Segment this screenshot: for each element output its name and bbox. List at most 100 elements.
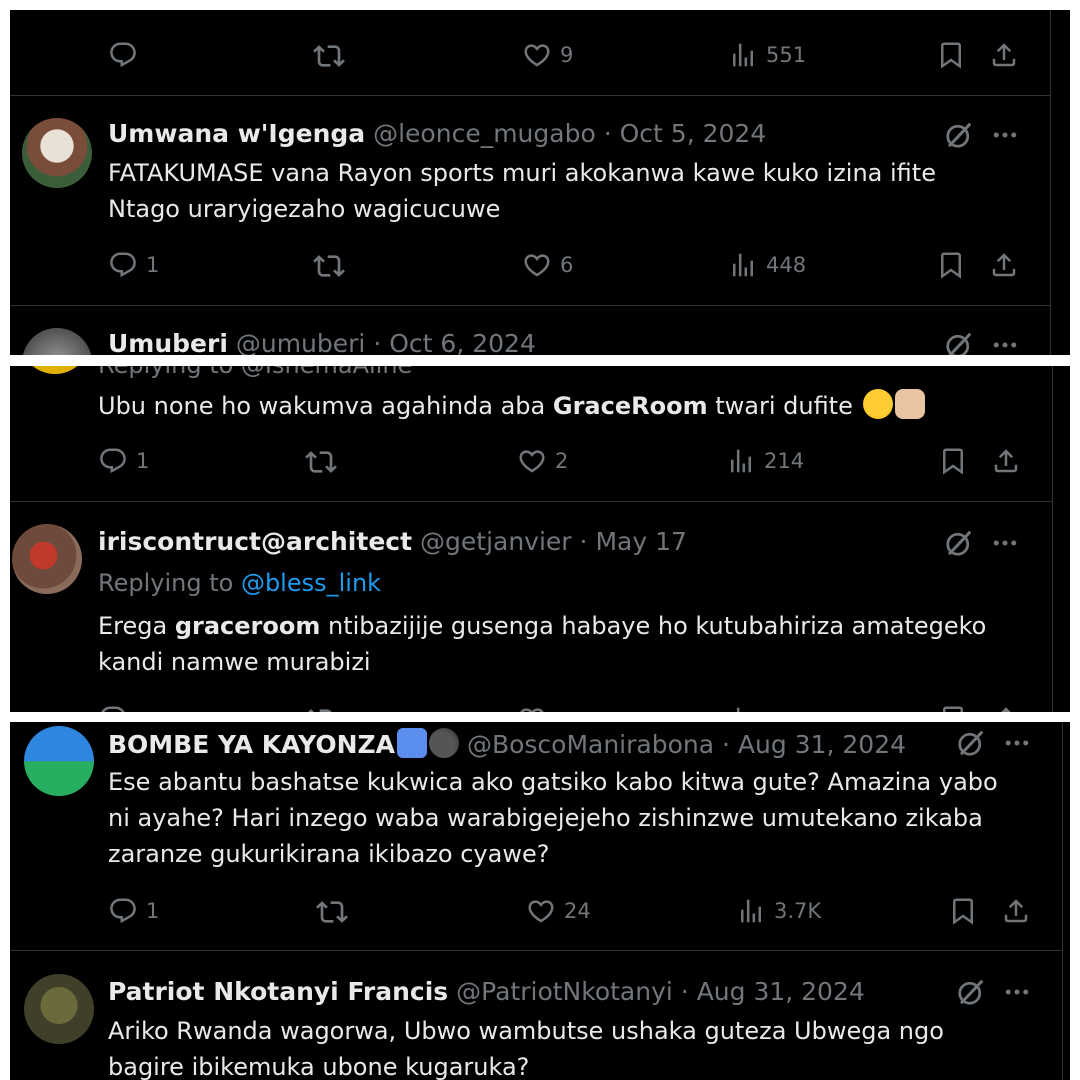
retweet-button[interactable] xyxy=(316,896,348,928)
grok-icon xyxy=(944,330,974,355)
reply-count: 1 xyxy=(146,899,160,923)
reply-button[interactable] xyxy=(98,704,128,712)
views-button[interactable]: 214 xyxy=(726,446,804,476)
timestamp[interactable]: Aug 31, 2024 xyxy=(697,977,865,1006)
grok-button[interactable] xyxy=(956,728,986,762)
display-name[interactable]: Umuberi xyxy=(108,329,228,355)
more-button[interactable] xyxy=(990,528,1020,562)
retweet-button[interactable] xyxy=(305,446,337,478)
timestamp[interactable]: Aug 31, 2024 xyxy=(738,730,906,759)
retweet-icon xyxy=(313,250,345,282)
display-name[interactable]: BOMBE YA KAYONZA xyxy=(108,730,395,759)
bookmark-button[interactable] xyxy=(936,40,966,70)
like-button[interactable]: 9 xyxy=(522,40,573,70)
views-button[interactable]: 448 xyxy=(728,250,806,280)
screenshot-panel-1: 9 551 Umwana w'Igenga @leonce_mugabo · O… xyxy=(10,10,1070,355)
more-icon xyxy=(990,528,1020,558)
avatar[interactable] xyxy=(20,366,90,374)
tweet-text-line: Ese abantu bashatse kukwica ako gatsiko … xyxy=(108,768,998,796)
timestamp[interactable]: May 17 xyxy=(595,527,686,556)
bookmark-icon xyxy=(938,704,968,712)
crying-emoji xyxy=(862,389,893,419)
views-icon xyxy=(726,446,756,476)
replying-to: Replying to @bless_link xyxy=(98,569,382,597)
display-name[interactable]: Umwana w'Igenga xyxy=(108,119,365,148)
avatar[interactable] xyxy=(22,118,92,188)
retweet-icon xyxy=(316,896,348,928)
views-button[interactable] xyxy=(726,704,756,712)
column-divider xyxy=(1052,366,1053,712)
reply-icon xyxy=(108,40,138,70)
like-button[interactable]: 2 xyxy=(517,446,568,476)
tweet-header: Umuberi @umuberi · Oct 6, 2024 xyxy=(108,329,536,355)
like-button[interactable] xyxy=(517,704,547,712)
avatar[interactable] xyxy=(22,328,92,355)
like-button[interactable]: 6 xyxy=(522,250,573,280)
more-button[interactable] xyxy=(1002,728,1032,762)
handle[interactable]: @getjanvier xyxy=(420,527,572,556)
timestamp[interactable]: Oct 6, 2024 xyxy=(389,329,536,355)
share-button[interactable] xyxy=(989,250,1019,280)
share-button[interactable] xyxy=(991,704,1021,712)
separator: · xyxy=(373,329,382,355)
replying-to: Replying to @IshemaAline xyxy=(98,366,412,380)
reply-button[interactable] xyxy=(108,40,138,70)
divider xyxy=(10,501,1052,502)
avatar[interactable] xyxy=(12,524,82,594)
like-count: 6 xyxy=(560,253,574,277)
like-icon xyxy=(517,704,547,712)
views-icon xyxy=(726,704,756,712)
bookmark-button[interactable] xyxy=(948,896,978,926)
grok-button[interactable] xyxy=(944,120,974,154)
avatar[interactable] xyxy=(24,726,94,796)
grok-button[interactable] xyxy=(956,977,986,1011)
mention-link[interactable]: @bless_link xyxy=(241,569,381,597)
bookmark-button[interactable] xyxy=(936,250,966,280)
like-button[interactable]: 24 xyxy=(526,896,591,926)
handle[interactable]: @leonce_mugabo xyxy=(373,119,596,148)
grok-icon xyxy=(944,528,974,558)
handle[interactable]: @BoscoManirabona xyxy=(467,730,714,759)
share-icon xyxy=(989,40,1019,70)
share-button[interactable] xyxy=(1001,896,1031,926)
more-button[interactable] xyxy=(990,120,1020,154)
handle[interactable]: @PatriotNkotanyi xyxy=(456,977,673,1006)
views-button[interactable]: 3.7K xyxy=(736,896,821,926)
tweet-text-line: zaranze gukurikirana ikibazo cyawe? xyxy=(108,840,550,868)
tweet-actions: 1 6 448 xyxy=(10,248,1070,284)
reply-button[interactable]: 1 xyxy=(98,446,149,476)
tweet-header: BOMBE YA KAYONZA @BoscoManirabona · Aug … xyxy=(108,728,906,760)
separator: · xyxy=(722,730,730,759)
more-icon xyxy=(1002,728,1032,758)
retweet-icon xyxy=(313,40,345,72)
display-name[interactable]: Patriot Nkotanyi Francis xyxy=(108,977,448,1006)
bomb-emoji xyxy=(428,728,459,758)
share-button[interactable] xyxy=(991,446,1021,476)
more-button[interactable] xyxy=(990,330,1020,355)
reply-button[interactable]: 1 xyxy=(108,250,159,280)
timestamp[interactable]: Oct 5, 2024 xyxy=(620,119,767,148)
views-button[interactable]: 551 xyxy=(728,40,806,70)
tweet-header: Patriot Nkotanyi Francis @PatriotNkotany… xyxy=(108,977,865,1007)
bookmark-button[interactable] xyxy=(938,704,968,712)
retweet-button[interactable] xyxy=(313,250,345,282)
reply-button[interactable]: 1 xyxy=(108,896,159,926)
bookmark-button[interactable] xyxy=(938,446,968,476)
grok-button[interactable] xyxy=(944,528,974,562)
avatar[interactable] xyxy=(24,974,94,1044)
views-icon xyxy=(736,896,766,926)
grok-icon xyxy=(956,977,986,1007)
share-button[interactable] xyxy=(989,40,1019,70)
more-icon xyxy=(990,120,1020,150)
display-name[interactable]: iriscontruct@architect xyxy=(98,527,412,556)
handle[interactable]: @umuberi xyxy=(236,329,366,355)
divider xyxy=(10,950,1062,951)
reply-icon xyxy=(108,250,138,280)
reply-count: 1 xyxy=(136,449,150,473)
grok-button[interactable] xyxy=(944,330,974,355)
bookmark-icon xyxy=(936,40,966,70)
retweet-button[interactable] xyxy=(305,704,337,712)
more-button[interactable] xyxy=(1002,977,1032,1011)
like-count: 2 xyxy=(555,449,569,473)
retweet-button[interactable] xyxy=(313,40,345,72)
